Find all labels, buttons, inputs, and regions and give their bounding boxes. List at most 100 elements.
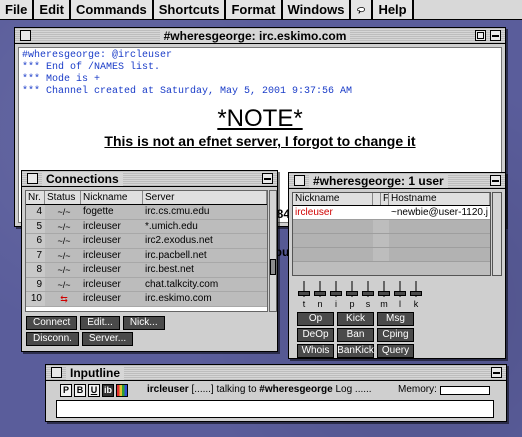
connection-row[interactable]: 9 ~/~ ircleuser chat.talkcity.com — [26, 277, 267, 292]
users-list: Nickname F Hostname ircleuser ~newbie@us… — [292, 192, 491, 276]
menu-shortcuts[interactable]: Shortcuts — [153, 0, 227, 19]
query-button[interactable]: Query — [377, 344, 414, 358]
toggle-label: t — [302, 299, 306, 309]
server-button[interactable]: Server... — [81, 332, 134, 346]
zoom-box-icon[interactable] — [475, 30, 486, 41]
connection-status-icon: ~/~ — [57, 279, 71, 290]
connection-row[interactable]: 8 ~/~ ircleuser irc.best.net — [26, 263, 267, 278]
toggle-knob[interactable] — [362, 291, 374, 296]
color-picker-icon[interactable] — [116, 383, 128, 397]
column-server[interactable]: Server — [143, 191, 267, 204]
connection-row[interactable]: 7 ~/~ ircleuser irc.pacbell.net — [26, 248, 267, 263]
connections-window: Connections Nr. Status Nickname Server 4… — [21, 170, 278, 352]
current-channel: #wheresgeorge — [259, 384, 333, 395]
column-flag-1[interactable] — [373, 193, 381, 205]
mode-toggle-m[interactable]: m — [377, 281, 391, 311]
toggle-knob[interactable] — [330, 291, 342, 296]
kick-button[interactable]: Kick — [337, 312, 374, 326]
close-box-icon[interactable] — [294, 175, 305, 186]
edit-button[interactable]: Edit... — [80, 316, 120, 330]
connection-nr: 7 — [26, 248, 45, 262]
connection-status-icon: ~/~ — [57, 221, 71, 232]
toggle-knob[interactable] — [394, 291, 406, 296]
plain-text-button[interactable]: P — [60, 383, 72, 397]
collapse-box-icon[interactable] — [262, 173, 273, 184]
scroll-thumb[interactable] — [270, 259, 276, 275]
close-box-icon[interactable] — [20, 30, 31, 41]
menu-edit[interactable]: Edit — [34, 0, 71, 19]
connection-nickname: ircleuser — [83, 220, 121, 232]
connections-titlebar[interactable]: Connections — [22, 171, 277, 187]
menu-format[interactable]: Format — [226, 0, 283, 19]
menu-windows[interactable]: Windows — [282, 0, 352, 19]
collapse-box-icon[interactable] — [490, 175, 501, 186]
cping-button[interactable]: Cping — [377, 328, 414, 342]
column-hostname[interactable]: Hostname — [389, 193, 490, 205]
msg-button[interactable]: Msg — [377, 312, 414, 326]
close-box-icon[interactable] — [27, 173, 38, 184]
connections-scrollbar[interactable] — [269, 190, 277, 312]
message-line: #wheresgeorge: @ircleuser — [22, 50, 173, 61]
disconnect-button[interactable]: Disconn. — [26, 332, 79, 346]
close-box-icon[interactable] — [51, 367, 62, 378]
connection-status-icon: ~/~ — [57, 250, 71, 261]
collapse-box-icon[interactable] — [490, 30, 501, 41]
bold-button[interactable]: B — [74, 383, 86, 397]
message-input[interactable] — [56, 400, 494, 418]
connection-server: irc2.exodus.net — [145, 235, 213, 246]
users-titlebar[interactable]: #wheresgeorge: 1 user — [289, 173, 505, 189]
connection-row[interactable]: 6 ~/~ ircleuser irc2.exodus.net — [26, 234, 267, 249]
toggle-knob[interactable] — [410, 291, 422, 296]
mode-toggle-s[interactable]: s — [361, 281, 375, 311]
toggle-knob[interactable] — [378, 291, 390, 296]
mode-toggle-p[interactable]: p — [345, 281, 359, 311]
inverse-button[interactable]: ib — [102, 383, 114, 397]
connection-nickname: fogette — [83, 206, 114, 217]
mode-toggle-n[interactable]: n — [313, 281, 327, 311]
bankick-button[interactable]: BanKick — [337, 344, 374, 358]
column-status[interactable]: Status — [45, 191, 81, 204]
connections-buttons-row2: Disconn. Server... — [26, 332, 134, 346]
users-scrollbar[interactable] — [492, 192, 502, 276]
toggle-knob[interactable] — [314, 291, 326, 296]
column-nickname[interactable]: Nickname — [81, 191, 143, 204]
connect-button[interactable]: Connect — [26, 316, 78, 330]
toggle-knob[interactable] — [346, 291, 358, 296]
whois-button[interactable]: Whois — [297, 344, 334, 358]
deop-button[interactable]: DeOp — [297, 328, 334, 342]
status-text: [......] talking to — [191, 384, 257, 395]
connection-server: *.umich.edu — [145, 220, 198, 232]
collapse-box-icon[interactable] — [491, 367, 502, 378]
log-status: Log ...... — [335, 384, 372, 395]
toggle-knob[interactable] — [298, 291, 310, 296]
note-heading: *NOTE* — [217, 105, 303, 132]
nick-button[interactable]: Nick... — [122, 316, 165, 330]
connection-row[interactable]: 5 ~/~ ircleuser *.umich.edu — [26, 219, 267, 234]
connection-row[interactable]: 4 ~/~ fogette irc.cs.cmu.edu — [26, 205, 267, 220]
column-nickname[interactable]: Nickname — [293, 193, 373, 205]
column-flag-f[interactable]: F — [381, 193, 389, 205]
user-nickname: ircleuser — [293, 206, 373, 219]
mode-toggle-l[interactable]: l — [393, 281, 407, 311]
memory-indicator: Memory: — [398, 383, 490, 397]
inputline-titlebar[interactable]: Inputline — [46, 365, 506, 381]
mode-toggle-t[interactable]: t — [297, 281, 311, 311]
toggle-label: s — [365, 299, 371, 309]
column-nr[interactable]: Nr. — [26, 191, 45, 204]
menu-help[interactable]: Help — [373, 0, 414, 19]
op-button[interactable]: Op — [297, 312, 334, 326]
connection-row[interactable]: 10 ⇆ ircleuser irc.eskimo.com — [26, 292, 267, 307]
toggle-label: k — [413, 299, 419, 309]
note-text: This is not an efnet server, I forgot to… — [104, 133, 416, 149]
user-row[interactable]: ircleuser ~newbie@user-1120.j — [293, 206, 490, 220]
menu-commands[interactable]: Commands — [70, 0, 154, 19]
channel-titlebar[interactable]: #wheresgeorge: irc.eskimo.com — [15, 28, 505, 44]
ban-button[interactable]: Ban — [337, 328, 374, 342]
mode-toggle-i[interactable]: i — [329, 281, 343, 311]
connection-status-icon: ~/~ — [57, 207, 71, 217]
mode-toggle-k[interactable]: k — [409, 281, 423, 311]
connections-window-title: Connections — [42, 171, 123, 186]
help-balloon-icon[interactable] — [351, 0, 374, 19]
underline-button[interactable]: U — [88, 383, 100, 397]
menu-file[interactable]: File — [0, 0, 35, 19]
